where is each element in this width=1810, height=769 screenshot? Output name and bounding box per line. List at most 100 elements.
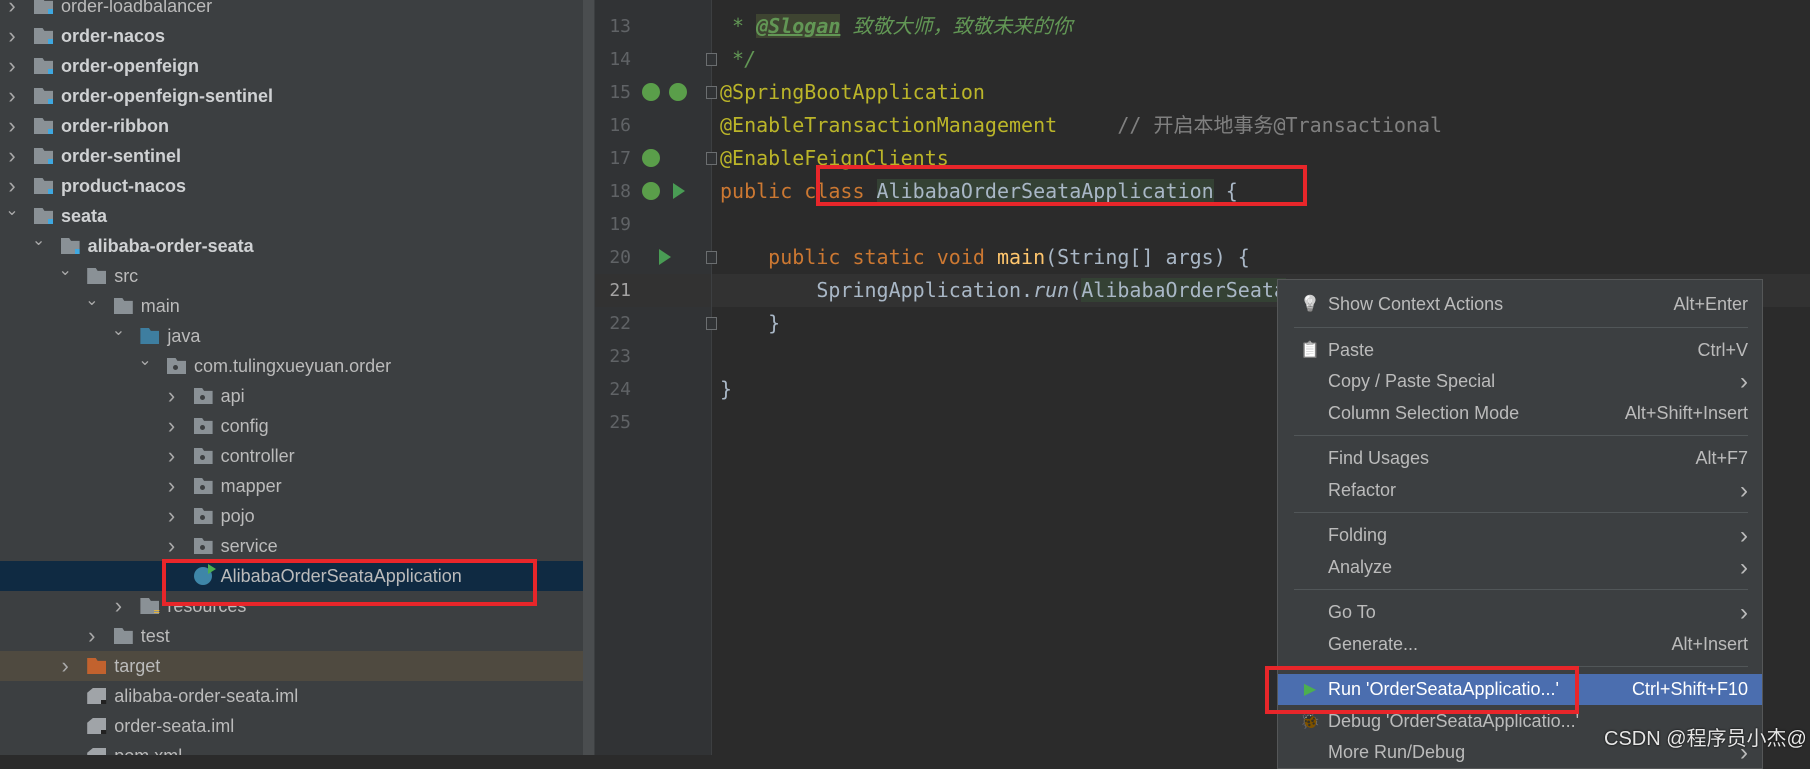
chevron-right-icon[interactable]: › [165,441,179,471]
gutter-divider [711,0,712,755]
module-folder-icon [34,178,53,194]
fold-marker-icon[interactable] [706,152,717,165]
tree-item[interactable]: ⌄ com.tulingxueyuan.order [0,351,583,381]
tree-item[interactable]: order-seata.iml [0,711,583,741]
tree-item-label: main [140,296,180,316]
code-token: ( [1069,278,1082,302]
tree-item[interactable]: ⌄ seata [0,201,583,231]
chevron-down-icon[interactable]: ⌄ [32,231,46,261]
annotation-box-class [816,165,1307,206]
tree-item[interactable]: ⌄ java [0,321,583,351]
tree-item[interactable]: › api [0,381,583,411]
tree-item[interactable]: › order-ribbon [0,111,583,141]
code-line[interactable]: * @Slogan 致敬大师，致敬未来的你 [720,10,1072,43]
tree-item[interactable]: › order-openfeign [0,51,583,81]
chevron-right-icon[interactable]: › [58,651,72,681]
chevron-right-icon[interactable]: › [5,51,19,81]
chevron-down-icon[interactable]: ⌄ [5,201,19,231]
tree-item[interactable]: › product-nacos [0,171,583,201]
chevron-right-icon[interactable]: › [111,591,125,621]
code-line[interactable]: */ [720,43,756,76]
tree-item-label: mapper [220,476,282,496]
tree-item[interactable]: alibaba-order-seata.iml [0,681,583,711]
tree-item[interactable]: › order-openfeign-sentinel [0,81,583,111]
code-line[interactable]: @SpringBootApplication [720,76,985,109]
chevron-right-icon[interactable]: › [5,0,19,21]
tree-item[interactable]: › order-nacos [0,21,583,51]
spring-bean-check-icon[interactable] [669,83,687,101]
run-gutter-icon[interactable] [673,183,685,199]
iml-file-icon [87,688,107,704]
fold-marker-icon[interactable] [706,251,717,264]
chevron-right-icon[interactable]: › [5,171,19,201]
tree-item-label: order-ribbon [61,116,169,136]
project-tree-scrollbar[interactable] [583,0,594,755]
tree-item[interactable]: › service [0,531,583,561]
code-line[interactable]: } [720,373,732,406]
chevron-right-icon[interactable]: › [165,381,179,411]
menu-item[interactable]: 💡 Show Context Actions Alt+Enter [1278,289,1762,320]
menu-item[interactable]: Go To › [1278,597,1762,628]
tree-item-label: order-openfeign [61,56,199,76]
line-number: 25 [609,412,631,433]
fold-marker-icon[interactable] [706,53,717,66]
tree-item-label: api [220,386,245,406]
menu-item[interactable]: Refactor › [1278,475,1762,506]
chevron-right-icon[interactable]: › [5,21,19,51]
chevron-down-icon[interactable]: ⌄ [111,321,125,351]
menu-item[interactable]: Analyze › [1278,552,1762,583]
chevron-right-icon[interactable]: › [165,471,179,501]
tree-item-label: order-openfeign-sentinel [61,86,274,106]
menu-item[interactable]: Column Selection Mode Alt+Shift+Insert [1278,398,1762,429]
menu-item-shortcut: Alt+F7 [1695,448,1748,468]
menu-item-label: Column Selection Mode [1328,402,1520,423]
tree-item[interactable]: › order-sentinel [0,141,583,171]
tree-item[interactable]: › pojo [0,501,583,531]
menu-item[interactable]: Find Usages Alt+F7 [1278,443,1762,474]
fold-marker-icon[interactable] [706,86,717,99]
tree-item[interactable]: › test [0,621,583,651]
chevron-down-icon[interactable]: ⌄ [138,351,152,381]
chevron-right-icon[interactable]: › [165,531,179,561]
tree-item[interactable]: › controller [0,441,583,471]
tree-item[interactable]: ⌄ alibaba-order-seata [0,231,583,261]
fold-marker-icon[interactable] [706,317,717,330]
submenu-arrow-icon: › [1740,553,1748,581]
menu-item[interactable]: 📋 Paste Ctrl+V [1278,335,1762,366]
chevron-down-icon[interactable]: ⌄ [85,291,99,321]
menu-item[interactable]: Copy / Paste Special › [1278,366,1762,397]
code-line[interactable]: public static void main(String[] args) { [720,241,1250,274]
chevron-right-icon[interactable]: › [85,621,99,651]
chevron-right-icon[interactable]: › [165,411,179,441]
module-folder-icon [34,88,53,104]
spring-bean-icon[interactable] [642,83,660,101]
code-line[interactable]: SpringApplication.run(AlibabaOrderSeata [720,274,1286,307]
run-gutter-icon[interactable] [659,249,671,265]
chevron-right-icon[interactable]: › [5,141,19,171]
tree-item-label: com.tulingxueyuan.order [194,356,392,376]
code-line[interactable]: } [720,307,780,340]
chevron-right-icon[interactable]: › [5,81,19,111]
spring-bean-icon[interactable] [642,149,660,167]
code-line[interactable]: @EnableTransactionManagement // 开启本地事务@T… [720,109,1442,142]
line-number: 19 [609,214,631,235]
chevron-right-icon[interactable]: › [5,111,19,141]
maven-file-icon [87,748,107,755]
spring-bean-icon[interactable] [642,182,660,200]
chevron-right-icon[interactable]: › [165,501,179,531]
lightbulb-icon: 💡 [1300,296,1320,313]
menu-item-label: Copy / Paste Special [1328,371,1496,391]
tree-item[interactable]: ⌄ src [0,261,583,291]
menu-item[interactable]: Generate... Alt+Insert [1278,629,1762,660]
menu-item[interactable]: Folding › [1278,520,1762,551]
tree-item[interactable]: › order-loadbalancer [0,0,583,21]
tree-item[interactable]: › config [0,411,583,441]
module-folder-icon [34,58,53,74]
folder-icon [113,628,133,644]
tree-item[interactable]: ⌄ main [0,291,583,321]
tree-item[interactable]: pom.xml [0,741,583,755]
line-number: 17 [609,148,631,169]
chevron-down-icon[interactable]: ⌄ [58,261,72,291]
tree-item[interactable]: › mapper [0,471,583,501]
tree-item[interactable]: › target [0,651,583,681]
